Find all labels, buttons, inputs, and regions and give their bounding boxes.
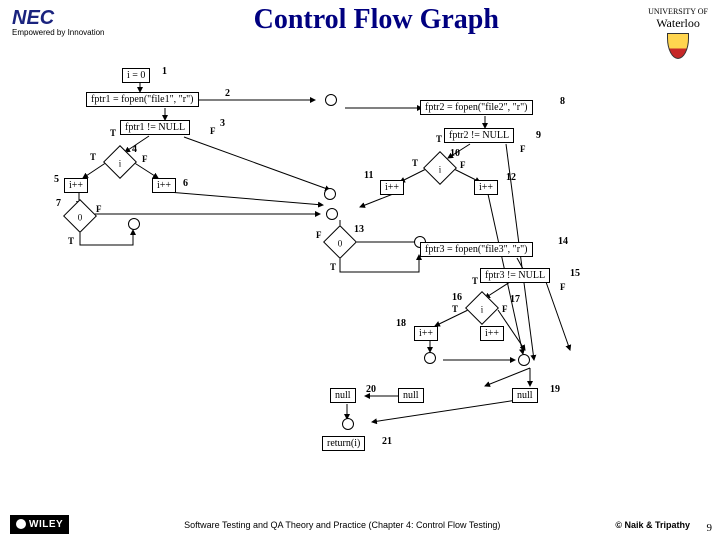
merge-final (342, 418, 354, 430)
node-7: 0 (68, 205, 92, 229)
merge-mid2 (326, 208, 338, 220)
num-14: 14 (558, 236, 568, 247)
num-1: 1 (162, 66, 167, 77)
node-12: i++ (474, 180, 498, 195)
nec-logo: NEC (12, 8, 105, 28)
num-15: 15 (570, 268, 580, 279)
node-1: i = 0 (122, 68, 150, 83)
num-3: 3 (220, 118, 225, 129)
node-21: return(i) (322, 436, 365, 451)
lbl-t3: T (110, 128, 116, 138)
num-12: 12 (506, 172, 516, 183)
node-15: fptr3 != NULL (480, 268, 550, 283)
lbl-t10: T (412, 158, 418, 168)
num-11: 11 (364, 170, 373, 181)
node-13: 0 (328, 231, 352, 255)
lbl-f10: F (460, 160, 466, 170)
node-10: i (428, 157, 452, 181)
node-11: i++ (380, 180, 404, 195)
num-21: 21 (382, 436, 392, 447)
page-number: 9 (707, 522, 713, 534)
nec-subtitle: Empowered by Innovation (12, 28, 105, 37)
num-8: 8 (560, 96, 565, 107)
num-19: 19 (550, 384, 560, 395)
lbl-f3: F (210, 126, 216, 136)
flowchart-canvas: i = 0 1 fptr1 = fopen("file1", "r") 2 fp… (50, 60, 670, 480)
copyright: © Naik & Tripathy (615, 520, 690, 530)
wiley-logo: WILEY (10, 515, 69, 534)
node-2: fptr1 = fopen("file1", "r") (86, 92, 199, 107)
shield-icon (667, 33, 689, 59)
num-7: 7 (56, 198, 61, 209)
lbl-f7: F (96, 204, 102, 214)
num-20: 20 (366, 384, 376, 395)
num-2: 2 (225, 88, 230, 99)
waterloo-name: Waterloo (648, 16, 708, 31)
lbl-t4: T (90, 152, 96, 162)
lbl-f13: F (316, 230, 322, 240)
lbl-f4: F (142, 154, 148, 164)
node-19: null (512, 388, 538, 403)
node-8: fptr2 = fopen("file2", "r") (420, 100, 533, 115)
waterloo-uni: UNIVERSITY OF (648, 7, 708, 16)
node-20: null (330, 388, 356, 403)
node-14: fptr3 = fopen("file3", "r") (420, 242, 533, 257)
node-5: i++ (64, 178, 88, 193)
num-6: 6 (183, 178, 188, 189)
lbl-t13: T (330, 262, 336, 272)
merge-mid (324, 188, 336, 200)
node-3: fptr1 != NULL (120, 120, 190, 135)
node-16: i (470, 297, 494, 321)
lbl-t15: T (472, 276, 478, 286)
num-13: 13 (354, 224, 364, 235)
waterloo-logo: UNIVERSITY OF Waterloo (648, 8, 708, 59)
lbl-t7: T (68, 236, 74, 246)
node-18: i++ (414, 326, 438, 341)
nec-logo-block: NEC Empowered by Innovation (12, 8, 105, 37)
merge-low (424, 352, 436, 364)
merge-low2 (518, 354, 530, 366)
footer-text: Software Testing and QA Theory and Pract… (69, 520, 615, 530)
node-20b: null (398, 388, 424, 403)
lbl-f9: F (520, 144, 526, 154)
wiley-text: WILEY (29, 519, 63, 530)
wiley-icon (16, 519, 26, 529)
num-18: 18 (396, 318, 406, 329)
lbl-t9: T (436, 134, 442, 144)
lbl-f16: F (502, 304, 508, 314)
num-9: 9 (536, 130, 541, 141)
num-4: 4 (132, 144, 137, 155)
slide-header: NEC Empowered by Innovation Control Flow… (0, 0, 720, 67)
slide-footer: WILEY Software Testing and QA Theory and… (0, 515, 720, 534)
node-17b: i++ (480, 326, 504, 341)
lbl-f15: F (560, 282, 566, 292)
num-17: 17 (510, 294, 520, 305)
num-5: 5 (54, 174, 59, 185)
node-9: fptr2 != NULL (444, 128, 514, 143)
num-16: 16 (452, 292, 462, 303)
node-6: i++ (152, 178, 176, 193)
merge-top (325, 94, 337, 106)
slide-title: Control Flow Graph (105, 4, 649, 36)
node-4: i (108, 151, 132, 175)
merge-7 (128, 218, 140, 230)
num-10: 10 (450, 148, 460, 159)
lbl-t16: T (452, 304, 458, 314)
